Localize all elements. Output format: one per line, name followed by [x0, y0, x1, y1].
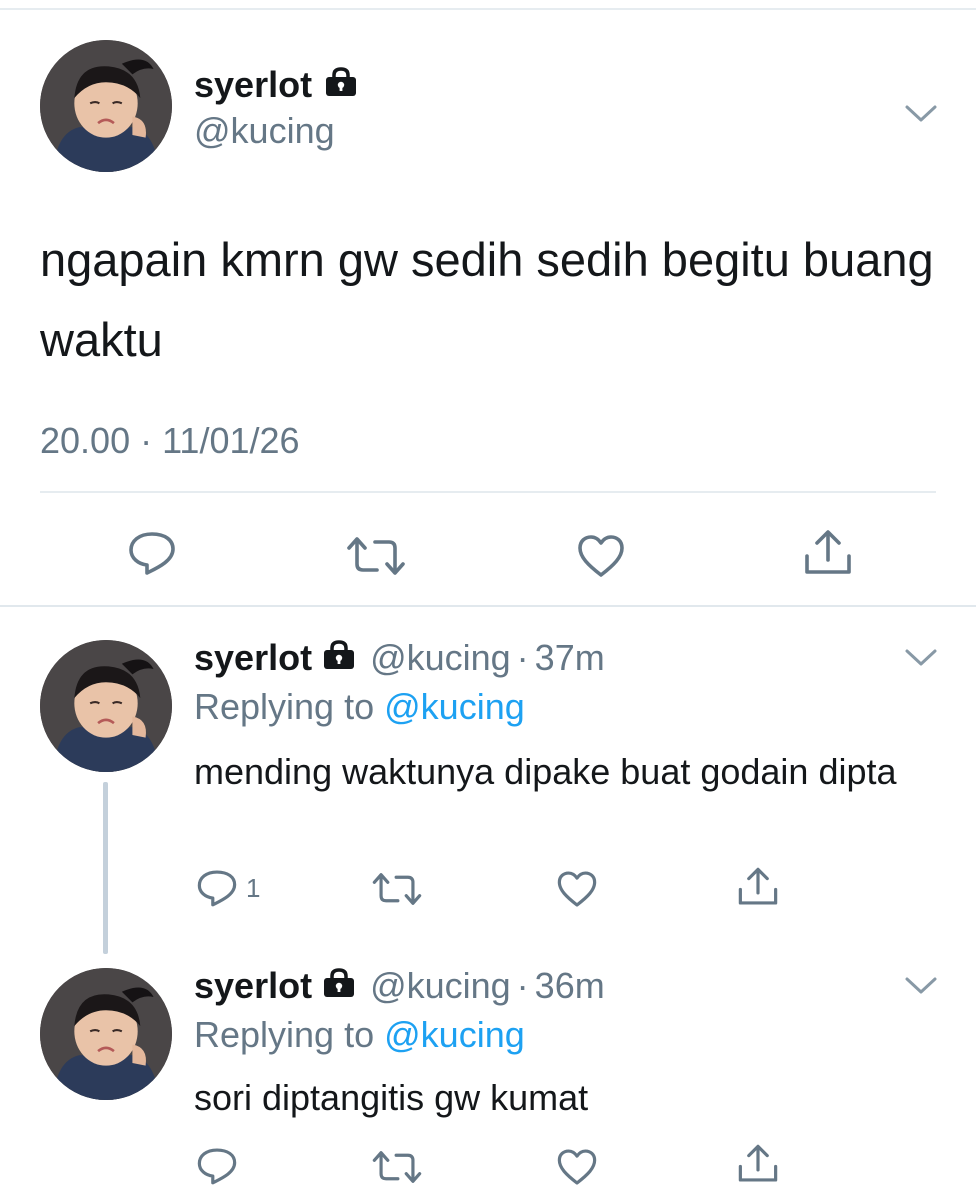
separator-dot: ·	[516, 965, 529, 1006]
handle[interactable]: @kucing	[370, 637, 511, 679]
like-button[interactable]	[576, 533, 626, 579]
like-icon	[557, 871, 597, 907]
avatar-image	[40, 40, 172, 172]
like-button[interactable]	[556, 869, 598, 909]
share-icon	[738, 867, 778, 905]
reply-header: syerlot @kucing · 37m	[194, 634, 605, 682]
tweet-text: ngapain kmrn gw sedih sedih begitu buang…	[40, 233, 934, 366]
retweet-icon	[372, 873, 422, 905]
like-button[interactable]	[556, 1147, 598, 1187]
handle[interactable]: @kucing	[194, 110, 335, 152]
display-name[interactable]: syerlot	[194, 637, 312, 679]
mention-link[interactable]: @kucing	[384, 1014, 525, 1055]
tweet-text: sori diptangitis gw kumat	[194, 1077, 589, 1118]
handle[interactable]: @kucing	[370, 965, 511, 1007]
reply-icon	[197, 870, 237, 907]
thread-connector	[103, 782, 108, 954]
chevron-down-icon[interactable]	[904, 646, 938, 670]
chevron-down-icon[interactable]	[904, 974, 938, 998]
display-name[interactable]: syerlot	[194, 64, 358, 106]
mention-link[interactable]: @kucing	[384, 686, 525, 727]
reply-header: syerlot @kucing · 36m	[194, 962, 605, 1010]
separator-dot: ·	[516, 637, 529, 678]
avatar-image	[40, 640, 172, 772]
replying-to: Replying to @kucing	[194, 686, 525, 728]
divider	[40, 491, 936, 493]
reply-button[interactable]	[127, 530, 177, 576]
reply-icon	[197, 1148, 237, 1185]
main-tweet: syerlot @kucing ngapain kmrn gw sedih se…	[0, 10, 976, 606]
replying-to-label: Replying to	[194, 686, 375, 727]
lock-icon	[322, 637, 356, 679]
like-icon	[578, 535, 624, 577]
tweet-timestamp[interactable]: 20.00 · 11/01/26	[40, 420, 300, 462]
retweet-icon	[347, 537, 405, 575]
display-name[interactable]: syerlot	[194, 965, 312, 1007]
avatar[interactable]	[40, 640, 172, 772]
tweet-time[interactable]: 36m	[535, 965, 605, 1007]
chevron-down-icon[interactable]	[904, 102, 938, 126]
reply-count: 1	[246, 872, 261, 903]
share-button[interactable]	[737, 1143, 779, 1185]
section-divider	[0, 605, 976, 607]
retweet-button[interactable]	[345, 534, 407, 578]
share-icon	[738, 1144, 778, 1182]
share-icon	[805, 530, 851, 574]
retweet-button[interactable]	[371, 870, 423, 908]
replying-to-label: Replying to	[194, 1014, 375, 1055]
reply-icon	[129, 532, 175, 575]
tweet-time[interactable]: 37m	[535, 637, 605, 679]
reply-button[interactable]: 1	[196, 868, 260, 908]
tweet-text: mending waktunya dipake buat godain dipt…	[194, 751, 897, 792]
avatar[interactable]	[40, 968, 172, 1100]
like-icon	[557, 1149, 597, 1185]
display-name-text: syerlot	[194, 64, 313, 105]
reply-button[interactable]	[196, 1146, 238, 1186]
share-button[interactable]	[803, 528, 853, 578]
retweet-icon	[372, 1151, 422, 1183]
lock-icon	[322, 965, 356, 1007]
retweet-button[interactable]	[371, 1148, 423, 1186]
lock-icon	[324, 64, 358, 106]
replying-to: Replying to @kucing	[194, 1014, 525, 1056]
share-button[interactable]	[737, 866, 779, 908]
avatar[interactable]	[40, 40, 172, 172]
avatar-image	[40, 968, 172, 1100]
